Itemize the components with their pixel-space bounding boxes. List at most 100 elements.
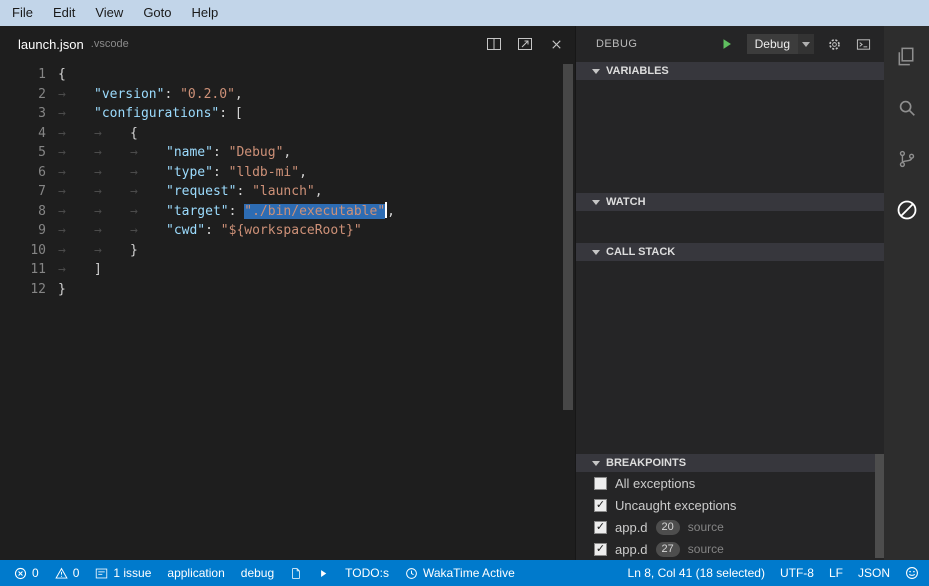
activity-item-source-control[interactable]: [884, 133, 929, 184]
tab-whitespace-arrow: →: [130, 202, 166, 222]
status-item-0[interactable]: 0: [55, 566, 80, 580]
menu-item-goto[interactable]: Goto: [133, 0, 181, 26]
code-line[interactable]: 9→→→"cwd": "${workspaceRoot}": [0, 221, 561, 241]
code-token: }: [58, 282, 66, 297]
tab-whitespace-arrow: →: [58, 221, 94, 241]
line-number[interactable]: 8: [0, 202, 46, 222]
code-token: "target": [166, 204, 229, 219]
clock-icon: [405, 567, 418, 580]
breakpoint-checkbox[interactable]: ✓: [594, 521, 607, 534]
chevron-expanded-icon: [592, 69, 600, 74]
code-token: "${workspaceRoot}": [221, 223, 362, 238]
status-item-ln-8-col-41-18-selected[interactable]: Ln 8, Col 41 (18 selected): [628, 566, 765, 580]
line-number[interactable]: 9: [0, 221, 46, 241]
tab-whitespace-arrow: →: [94, 221, 130, 241]
code-line[interactable]: 2→"version": "0.2.0",: [0, 85, 561, 105]
tab-launch-json[interactable]: launch.json .vscode: [0, 26, 143, 62]
debug-sidebar: DEBUG Debug VARIABLES WATCH CALL STACK B…: [575, 26, 884, 560]
status-left: 0 0 1 issue application debug TODO:s WakaTime …: [14, 566, 531, 580]
breakpoint-item[interactable]: All exceptions: [576, 472, 884, 494]
code-token: {: [130, 126, 138, 141]
debug-config-dropdown[interactable]: Debug: [747, 34, 814, 54]
code-editor[interactable]: 1{2→"version": "0.2.0",3→"configurations…: [0, 62, 561, 560]
split-editor-icon[interactable]: [485, 35, 503, 53]
tab-whitespace-arrow: →: [58, 124, 94, 144]
status-item-play-small-icon[interactable]: [318, 568, 329, 579]
section-header-watch[interactable]: WATCH: [576, 193, 884, 211]
activity-bar: [884, 26, 929, 560]
breakpoint-item[interactable]: ✓Uncaught exceptions: [576, 494, 884, 516]
status-item-utf-8[interactable]: UTF-8: [780, 566, 814, 580]
menu-item-view[interactable]: View: [85, 0, 133, 26]
code-line[interactable]: 6→→→"type": "lldb-mi",: [0, 163, 561, 183]
line-text: →→}: [46, 241, 138, 261]
menu-item-file[interactable]: File: [2, 0, 43, 26]
breakpoint-item[interactable]: ✓app.d27source: [576, 538, 884, 560]
line-text: →→→"cwd": "${workspaceRoot}": [46, 221, 362, 241]
app-window: FileEditViewGotoHelp launch.json .vscode…: [0, 0, 929, 586]
sidebar-scrollbar-thumb[interactable]: [875, 454, 884, 558]
status-bar: 0 0 1 issue application debug TODO:s WakaTime …: [0, 560, 929, 586]
menu-item-help[interactable]: Help: [182, 0, 229, 26]
start-debug-button[interactable]: [718, 35, 736, 53]
section-header-variables[interactable]: VARIABLES: [576, 62, 884, 80]
code-line[interactable]: 11→]: [0, 260, 561, 280]
breakpoint-checkbox[interactable]: [594, 477, 607, 490]
section-header-breakpoints[interactable]: BREAKPOINTS: [576, 454, 884, 472]
line-number[interactable]: 4: [0, 124, 46, 144]
editor-tab-bar: launch.json .vscode: [0, 26, 575, 62]
tab-whitespace-arrow: →: [94, 241, 130, 261]
configure-launch-button[interactable]: [825, 35, 843, 53]
debug-console-button[interactable]: [854, 35, 872, 53]
status-item-lf[interactable]: LF: [829, 566, 843, 580]
status-item-wakatime-active[interactable]: WakaTime Active: [405, 566, 515, 580]
breakpoint-checkbox[interactable]: ✓: [594, 543, 607, 556]
code-line[interactable]: 7→→→"request": "launch",: [0, 182, 561, 202]
line-number[interactable]: 3: [0, 104, 46, 124]
code-line[interactable]: 8→→→"target": "./bin/executable",: [0, 202, 561, 222]
code-line[interactable]: 4→→{: [0, 124, 561, 144]
code-line[interactable]: 12}: [0, 280, 561, 300]
line-number[interactable]: 2: [0, 85, 46, 105]
section-header-call-stack[interactable]: CALL STACK: [576, 243, 884, 261]
line-number[interactable]: 11: [0, 260, 46, 280]
line-number[interactable]: 7: [0, 182, 46, 202]
line-number-badge: 27: [656, 542, 680, 557]
status-item-json[interactable]: JSON: [858, 566, 890, 580]
menu-item-edit[interactable]: Edit: [43, 0, 85, 26]
status-item-0[interactable]: 0: [14, 566, 39, 580]
open-preview-icon[interactable]: [516, 35, 534, 53]
editor-scrollbar[interactable]: [563, 62, 573, 560]
code-line[interactable]: 5→→→"name": "Debug",: [0, 143, 561, 163]
status-item-todo-s[interactable]: TODO:s: [345, 566, 389, 580]
status-item-1-issue[interactable]: 1 issue: [95, 566, 151, 580]
close-icon[interactable]: [547, 35, 565, 53]
tab-whitespace-arrow: →: [130, 163, 166, 183]
activity-item-debug[interactable]: [884, 184, 929, 235]
activity-item-files[interactable]: [884, 31, 929, 82]
editor-scrollbar-thumb[interactable]: [563, 64, 573, 410]
status-item-file-icon[interactable]: [290, 567, 302, 580]
code-token: ,: [299, 165, 307, 180]
breakpoint-item[interactable]: ✓app.d20source: [576, 516, 884, 538]
code-token: :: [236, 184, 252, 199]
breakpoint-checkbox[interactable]: ✓: [594, 499, 607, 512]
source-control-icon: [896, 148, 918, 170]
activity-item-search[interactable]: [884, 82, 929, 133]
sidebar-scrollbar[interactable]: [875, 26, 884, 560]
code-line[interactable]: 10→→}: [0, 241, 561, 261]
line-number[interactable]: 10: [0, 241, 46, 261]
line-text: →]: [46, 260, 102, 280]
code-line[interactable]: 3→"configurations": [: [0, 104, 561, 124]
code-line[interactable]: 1{: [0, 65, 561, 85]
line-number[interactable]: 12: [0, 280, 46, 300]
chevron-expanded-icon: [592, 461, 600, 466]
status-item-smiley-icon[interactable]: [905, 566, 919, 580]
tab-whitespace-arrow: →: [130, 182, 166, 202]
line-number[interactable]: 5: [0, 143, 46, 163]
line-number[interactable]: 1: [0, 65, 46, 85]
line-number[interactable]: 6: [0, 163, 46, 183]
file-icon: [290, 567, 302, 580]
status-item-application[interactable]: application: [167, 566, 224, 580]
status-item-debug[interactable]: debug: [241, 566, 274, 580]
